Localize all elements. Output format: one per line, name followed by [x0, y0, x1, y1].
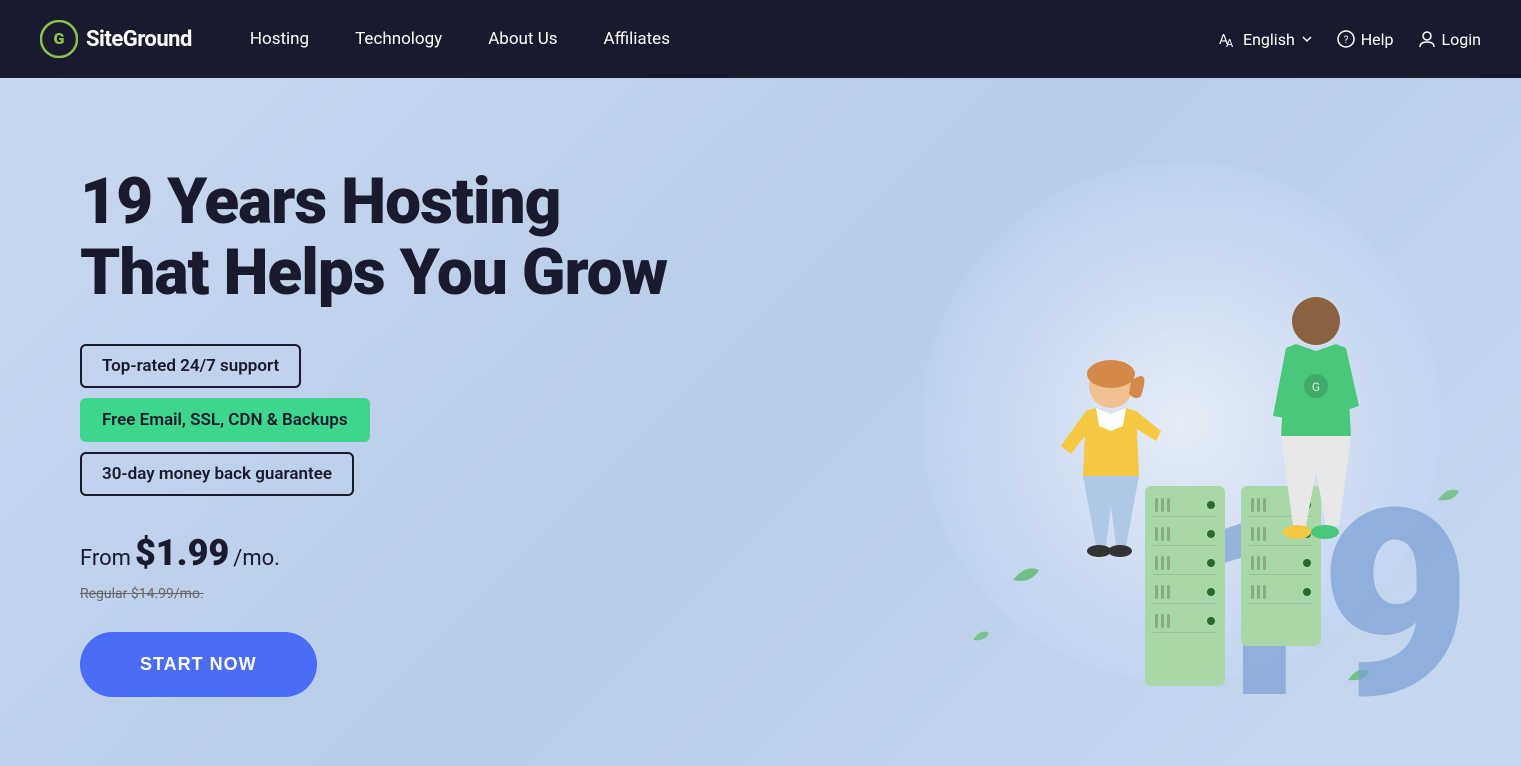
- start-now-button[interactable]: START NOW: [80, 632, 317, 697]
- nav-hosting[interactable]: Hosting: [232, 21, 327, 57]
- badge-free: Free Email, SSL, CDN & Backups: [80, 398, 370, 442]
- hero-title-line1: 19 Years Hosting: [80, 164, 560, 239]
- badge-guarantee: 30-day money back guarantee: [80, 452, 354, 496]
- logo[interactable]: G SiteGround: [40, 20, 192, 58]
- nav-right: A A English ? Help Login: [1217, 29, 1481, 49]
- leaf-decoration-4: [971, 627, 991, 646]
- svg-text:A: A: [1226, 37, 1234, 49]
- pricing-from-label: From: [80, 546, 131, 571]
- hero-content: 19 Years Hosting That Helps You Grow Top…: [80, 167, 667, 697]
- hero-title: 19 Years Hosting That Helps You Grow: [80, 167, 667, 308]
- nav-links: Hosting Technology About Us Affiliates: [232, 21, 1217, 57]
- logo-icon: G: [40, 20, 78, 58]
- pricing-regular: Regular $14.99/mo.: [80, 586, 667, 602]
- language-selector[interactable]: A A English: [1217, 29, 1313, 49]
- login-link[interactable]: Login: [1418, 30, 1481, 49]
- navbar: G SiteGround Hosting Technology About Us…: [0, 0, 1521, 78]
- pricing-display: From $1.99 /mo.: [80, 532, 667, 574]
- badge-support: Top-rated 24/7 support: [80, 344, 301, 388]
- pricing-price: $1.99: [135, 532, 229, 574]
- regular-label: Regular: [80, 586, 131, 602]
- nav-affiliates[interactable]: Affiliates: [586, 21, 688, 57]
- person-man-illustration: G: [1251, 286, 1381, 566]
- brand-name: SiteGround: [86, 27, 192, 52]
- help-link[interactable]: ? Help: [1337, 30, 1394, 49]
- hero-illustration: 19: [821, 78, 1521, 766]
- chevron-down-icon: [1301, 33, 1313, 45]
- user-icon: [1418, 30, 1436, 48]
- person-woman-illustration: [1041, 346, 1181, 606]
- regular-price: $14.99/mo.: [131, 586, 204, 602]
- svg-text:?: ?: [1343, 35, 1348, 46]
- leaf-decoration-1: [1011, 562, 1041, 586]
- help-label: Help: [1361, 30, 1394, 49]
- hero-section: 19 Years Hosting That Helps You Grow Top…: [0, 78, 1521, 766]
- hero-title-line2: That Helps You Grow: [80, 235, 667, 310]
- svg-text:G: G: [54, 29, 65, 48]
- nav-about[interactable]: About Us: [470, 21, 575, 57]
- svg-text:G: G: [1312, 380, 1320, 394]
- pricing-suffix: /mo.: [233, 546, 280, 571]
- feature-badges: Top-rated 24/7 support Free Email, SSL, …: [80, 344, 667, 496]
- login-label: Login: [1442, 30, 1481, 49]
- nav-technology[interactable]: Technology: [337, 21, 460, 57]
- help-icon: ?: [1337, 30, 1355, 48]
- translate-icon: A A: [1217, 29, 1237, 49]
- language-label: English: [1243, 30, 1295, 49]
